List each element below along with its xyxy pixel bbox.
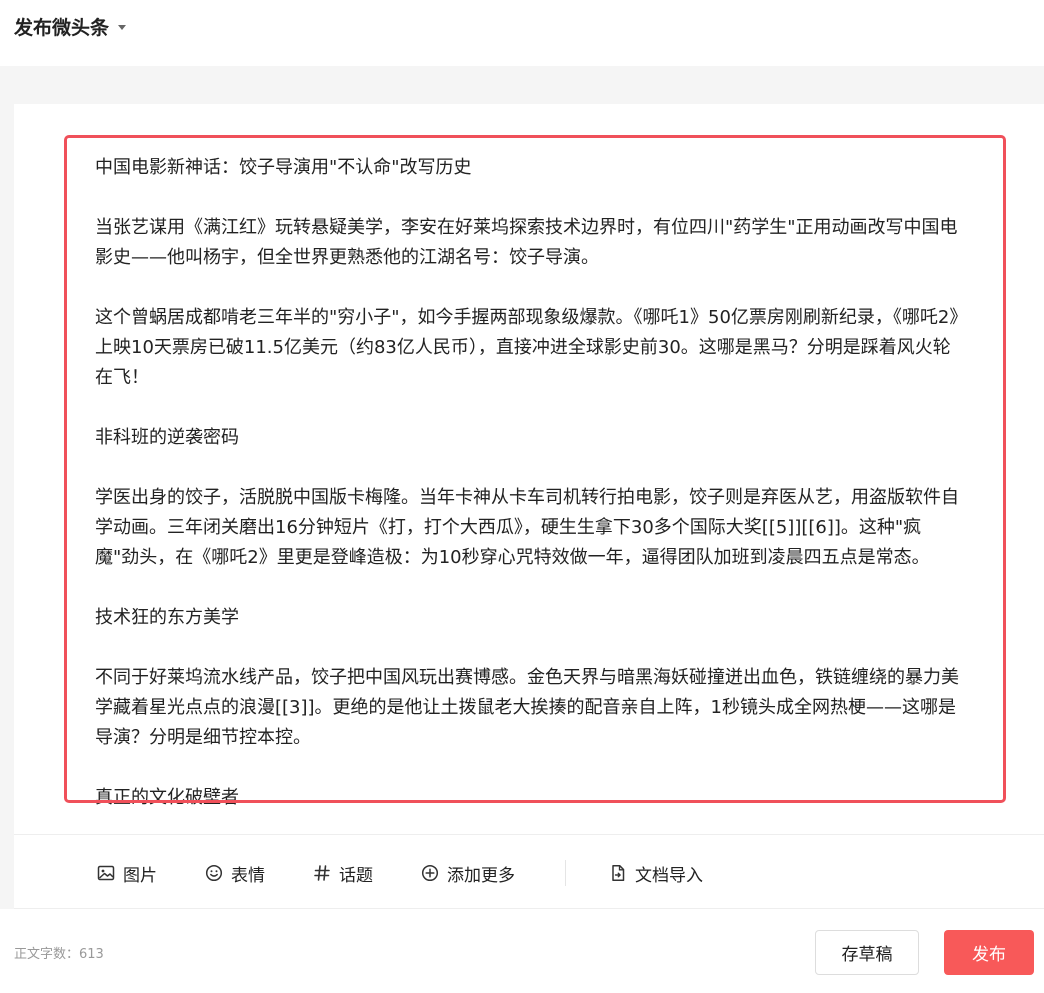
publish-button[interactable]: 发布 [944,930,1034,975]
image-button[interactable]: 图片 [96,861,157,886]
image-button-label: 图片 [123,865,157,886]
caret-down-icon [118,25,127,30]
post-type-dropdown[interactable]: 发布微头条 [14,13,127,40]
paragraph: 不同于好莱坞流水线产品，饺子把中国风玩出赛博感。金色天界与暗黑海妖碰撞迸出血色，… [95,667,959,748]
image-icon [96,863,116,883]
word-count: 正文字数：613 [14,947,104,962]
paragraph: 这个曾蜗居成都啃老三年半的"穷小子"，如今手握两部现象级爆款。《哪吒1》50亿票… [95,307,959,388]
plus-circle-icon [420,863,440,883]
bottom-bar: 正文字数：613 存草稿 发布 [0,909,1044,993]
paragraph-title: 中国电影新神话：饺子导演用"不认命"改写历史 [95,157,472,178]
paragraph-heading: 非科班的逆袭密码 [95,427,239,448]
topic-button[interactable]: 话题 [312,861,373,886]
save-draft-button[interactable]: 存草稿 [815,930,919,975]
paragraph: 学医出身的饺子，活脱脱中国版卡梅隆。当年卡神从卡车司机转行拍电影，饺子则是弃医从… [95,487,959,568]
add-more-button[interactable]: 添加更多 [420,861,515,886]
editor-content[interactable]: 中国电影新神话：饺子导演用"不认命"改写历史 当张艺谋用《满江红》玩转悬疑美学，… [95,153,965,834]
document-import-label: 文档导入 [635,865,703,886]
hashtag-icon [312,863,332,883]
document-import-button[interactable]: 文档导入 [608,861,703,886]
paragraph-heading: 真正的文化破壁者 [95,787,239,808]
page-title: 发布微头条 [14,17,110,39]
post-editor[interactable]: 中国电影新神话：饺子导演用"不认命"改写历史 当张艺谋用《满江红》玩转悬疑美学，… [14,104,1044,834]
paragraph-heading: 技术狂的东方美学 [95,607,239,628]
emoji-button[interactable]: 表情 [204,861,265,886]
top-header: 发布微头条 [0,0,1044,66]
toolbar-divider [565,860,566,886]
smiley-icon [204,863,224,883]
add-more-button-label: 添加更多 [447,865,515,886]
document-import-icon [608,863,628,883]
paragraph: 当张艺谋用《满江红》玩转悬疑美学，李安在好莱坞探索技术边界时，有位四川"药学生"… [95,217,958,268]
emoji-button-label: 表情 [231,865,265,886]
topic-button-label: 话题 [339,865,373,886]
editor-toolbar: 图片 表情 话题 添加更多 文档导入 [14,834,1044,909]
